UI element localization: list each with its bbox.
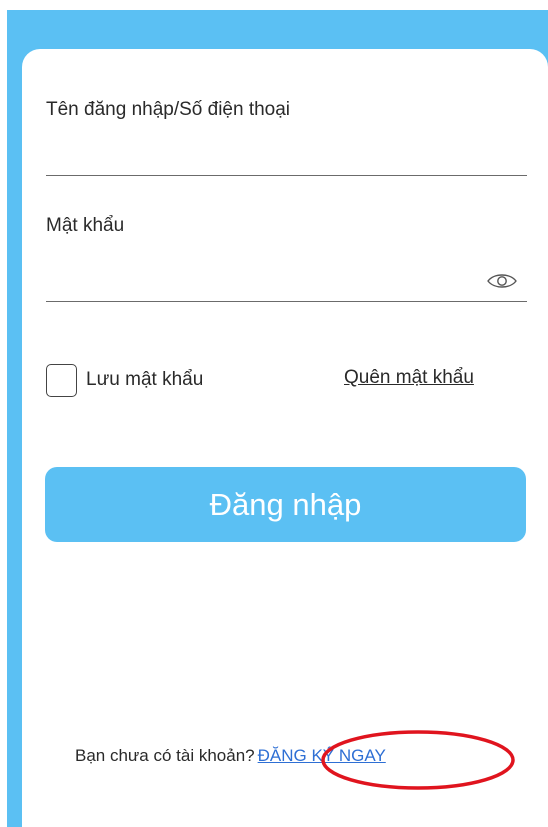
password-underline: [46, 301, 527, 302]
login-screen: Tên đăng nhập/Số điện thoại Mật khẩu Lưu…: [0, 0, 548, 827]
password-input[interactable]: [46, 267, 486, 299]
register-link[interactable]: ĐĂNG KÝ NGAY: [258, 746, 386, 765]
username-underline: [46, 175, 527, 176]
remember-password-checkbox[interactable]: [46, 363, 77, 397]
remember-password-row: Lưu mật khẩu: [46, 362, 203, 398]
remember-password-label: Lưu mật khẩu: [86, 369, 204, 390]
forgot-password-link[interactable]: Quên mật khẩu: [344, 367, 474, 389]
eye-icon: [487, 274, 517, 288]
username-input[interactable]: [46, 141, 486, 173]
password-label: Mật khẩu: [46, 215, 125, 236]
show-password-toggle[interactable]: [484, 269, 520, 293]
login-card: Tên đăng nhập/Số điện thoại Mật khẩu Lưu…: [22, 49, 548, 827]
no-account-prompt: Bạn chưa có tài khoản?: [75, 746, 255, 765]
username-label: Tên đăng nhập/Số điện thoại: [46, 99, 291, 120]
login-button[interactable]: Đăng nhập: [45, 467, 526, 542]
register-footer: Bạn chưa có tài khoản? ĐĂNG KÝ NGAY: [75, 746, 386, 766]
